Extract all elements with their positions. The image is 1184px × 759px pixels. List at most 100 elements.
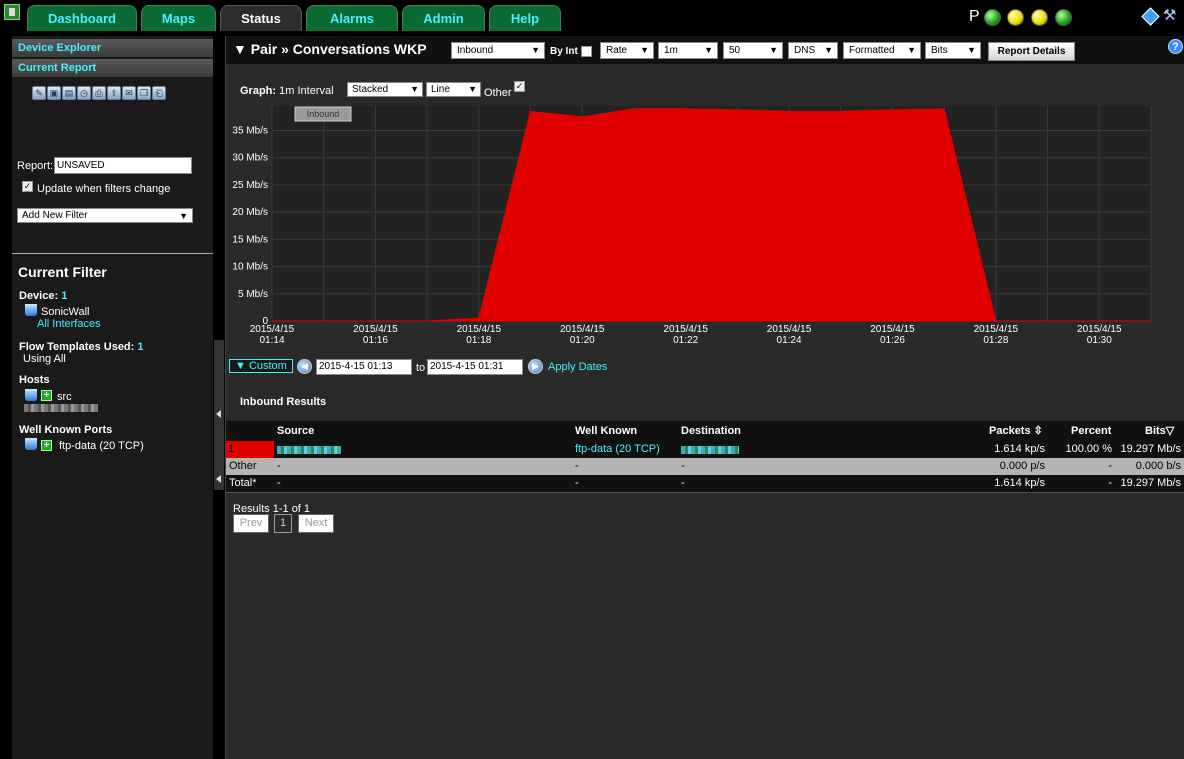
dropdown-arrow-icon: ▼	[769, 45, 778, 55]
report-details-button[interactable]: Report Details	[988, 42, 1075, 61]
status-yellow-orb-icon[interactable]	[1031, 9, 1048, 26]
update-filters-label: Update when filters change	[37, 183, 171, 195]
include-plus-icon[interactable]: +	[41, 390, 52, 401]
status-yellow-orb-icon[interactable]	[1007, 9, 1024, 26]
copy-icon[interactable]: ❐	[137, 86, 151, 100]
next-page-button[interactable]: Next	[298, 514, 334, 533]
email-icon[interactable]: ✉	[122, 86, 136, 100]
graph-label: Graph: 1m Interval	[240, 85, 334, 97]
dns-value: DNS	[794, 45, 816, 56]
direction-value: Inbound	[457, 45, 494, 56]
other-source: -	[277, 460, 281, 472]
other-percent: -	[1108, 460, 1112, 472]
dropdown-arrow-icon: ▼	[468, 84, 477, 94]
tools-icon[interactable]: ⚒	[1163, 8, 1179, 24]
next-range-icon[interactable]: ▶	[528, 359, 543, 374]
report-title[interactable]: ▼ Pair » Conversations WKP	[233, 41, 427, 57]
print-icon[interactable]: ⎙	[92, 86, 106, 100]
help-icon[interactable]: ?	[1168, 39, 1183, 54]
y-tick-label: 5 Mb/s	[238, 289, 268, 300]
units-select[interactable]: Bits ▼	[925, 42, 981, 59]
dropdown-arrow-icon: ▼	[967, 45, 976, 55]
tab-admin[interactable]: Admin	[402, 5, 485, 31]
x-tick-date-label: 2015/4/15	[870, 324, 915, 335]
table-row-total: Total* - - - 1.614 kp/s - 19.297 Mb/s	[226, 475, 1184, 492]
graph-mode-select[interactable]: Stacked ▼	[347, 82, 423, 97]
graph-style-select[interactable]: Line ▼	[426, 82, 481, 97]
previous-range-icon[interactable]: ◀	[297, 359, 312, 374]
custom-range-button[interactable]: ▼ Custom	[229, 359, 293, 373]
column-packets-label: Packets	[989, 425, 1031, 437]
by-int-checkbox[interactable]	[581, 46, 592, 57]
table-bottom-border	[226, 492, 1184, 493]
bits-value: 19.297 Mb/s	[1120, 443, 1181, 455]
all-interfaces-link[interactable]: All Interfaces	[37, 318, 101, 330]
save-as-icon[interactable]: ▤	[62, 86, 76, 100]
format-select[interactable]: Formatted ▼	[843, 42, 921, 59]
well-known-link[interactable]: ftp-data (20 TCP)	[575, 441, 660, 458]
delete-filter-icon[interactable]	[25, 304, 37, 316]
delete-filter-icon[interactable]	[25, 438, 37, 450]
sort-desc-icon: ▽	[1165, 425, 1175, 437]
add-filter-select[interactable]: Add New Filter ▼	[17, 208, 193, 223]
start-date-input[interactable]: 2015-4-15 01:13	[316, 359, 412, 375]
interval-select[interactable]: 1m ▼	[658, 42, 718, 59]
apply-dates-link[interactable]: Apply Dates	[548, 361, 607, 373]
redacted-destination-address[interactable]	[681, 446, 739, 454]
status-green-orb-icon[interactable]	[1055, 9, 1072, 26]
current-page-button[interactable]: 1	[274, 514, 292, 533]
current-report-header[interactable]: Current Report	[12, 59, 213, 77]
other-packets: 0.000 p/s	[999, 460, 1045, 472]
save-icon[interactable]: ▣	[47, 86, 61, 100]
column-source[interactable]: Source	[277, 421, 314, 441]
rate-select[interactable]: Rate ▼	[600, 42, 654, 59]
tab-status[interactable]: Status	[220, 5, 302, 31]
column-percent[interactable]: Percent	[1071, 421, 1111, 441]
column-well-known[interactable]: Well Known	[575, 421, 637, 441]
table-row-other[interactable]: Other - - - 0.000 p/s - 0.000 b/s	[226, 458, 1184, 475]
schedule-icon[interactable]: ◷	[77, 86, 91, 100]
units-value: Bits	[931, 45, 948, 56]
navigation-diamond-icon[interactable]	[1141, 7, 1160, 26]
y-tick-label: 10 Mb/s	[232, 262, 268, 273]
tab-help[interactable]: Help	[489, 5, 561, 31]
include-plus-icon[interactable]: +	[41, 440, 52, 451]
x-tick-time-label: 01:24	[777, 335, 802, 346]
other-checkbox[interactable]: ✓	[514, 81, 525, 92]
table-row[interactable]: 1 ftp-data (20 TCP) 1.614 kp/s 100.00 % …	[226, 441, 1184, 458]
device-label: Device: 1	[19, 290, 68, 302]
count-value: 50	[729, 45, 741, 56]
edit-icon[interactable]: ✎	[32, 86, 46, 100]
app-logo-icon	[4, 4, 20, 20]
main-panel: ▼ Pair » Conversations WKP Inbound ▼ By I…	[225, 36, 1184, 759]
tab-dashboard[interactable]: Dashboard	[27, 5, 137, 31]
sidebar-splitter[interactable]	[214, 340, 224, 490]
redacted-source-address[interactable]	[277, 446, 341, 454]
column-packets[interactable]: Packets ⇳	[989, 421, 1043, 441]
tab-maps[interactable]: Maps	[141, 5, 216, 31]
delete-filter-icon[interactable]	[25, 389, 37, 401]
graph-label-text: Graph:	[240, 85, 277, 97]
device-explorer-header[interactable]: Device Explorer	[12, 39, 213, 57]
column-bits[interactable]: Bits▽	[1145, 421, 1174, 441]
pdf-icon[interactable]: ⎗	[152, 86, 166, 100]
end-date-input[interactable]: 2015-4-15 01:31	[427, 359, 523, 375]
total-source: -	[277, 477, 281, 489]
column-destination[interactable]: Destination	[681, 421, 741, 441]
report-name-input[interactable]: UNSAVED	[54, 157, 192, 174]
update-filters-checkbox[interactable]: ✓	[22, 181, 33, 192]
status-green-orb-icon[interactable]	[984, 9, 1001, 26]
direction-select[interactable]: Inbound ▼	[451, 42, 545, 59]
total-bits: 19.297 Mb/s	[1120, 477, 1181, 489]
well-known-ports-label: Well Known Ports	[19, 424, 113, 436]
dns-select[interactable]: DNS ▼	[788, 42, 838, 59]
count-select[interactable]: 50 ▼	[723, 42, 783, 59]
report-label: Report:	[17, 160, 54, 172]
prev-page-button[interactable]: Prev	[233, 514, 269, 533]
export-icon[interactable]: ⇪	[107, 86, 121, 100]
x-tick-time-label: 01:28	[983, 335, 1008, 346]
x-tick-time-label: 01:26	[880, 335, 905, 346]
other-label: Other	[229, 460, 257, 472]
x-tick-time-label: 01:22	[673, 335, 698, 346]
tab-alarms[interactable]: Alarms	[306, 5, 398, 31]
